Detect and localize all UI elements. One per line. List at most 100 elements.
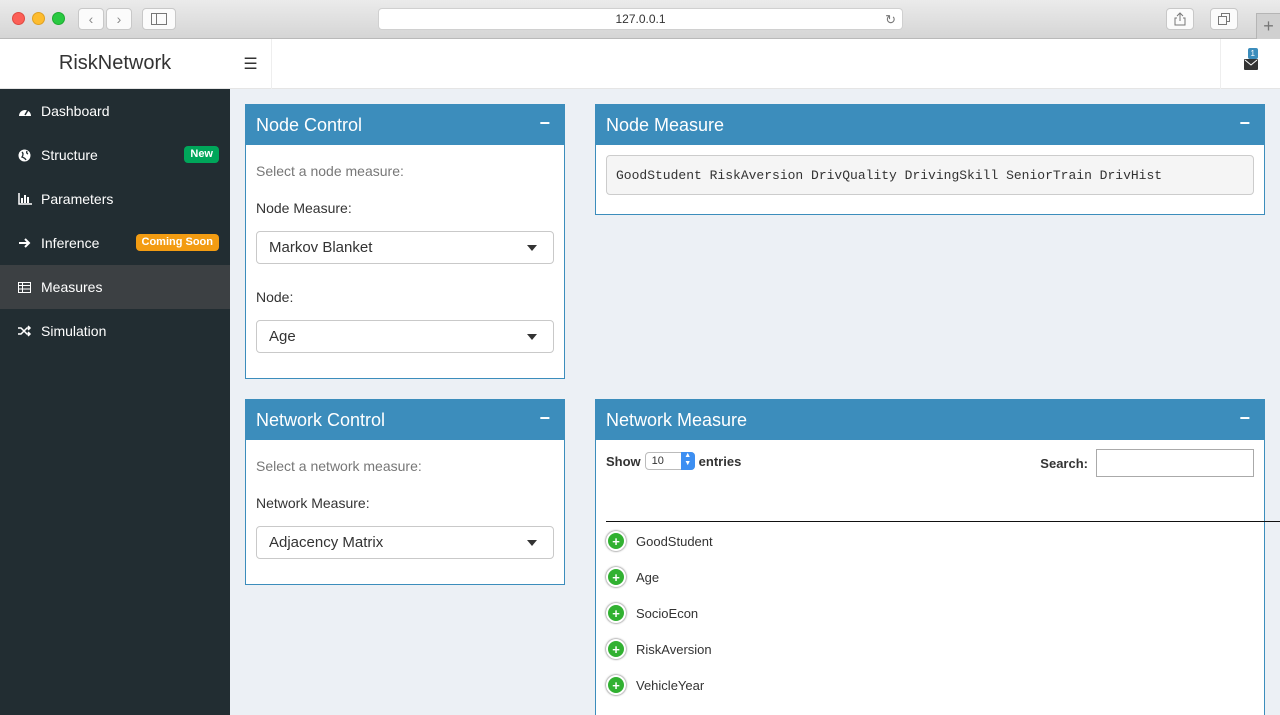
expand-row-icon[interactable]: + bbox=[606, 639, 626, 659]
sidebar-item-label: Parameters bbox=[41, 191, 114, 207]
sidebar-item-label: Measures bbox=[41, 279, 103, 295]
box-header: Network Measure − bbox=[596, 400, 1264, 440]
box-title: Network Measure bbox=[606, 409, 748, 430]
shuffle-icon bbox=[18, 325, 41, 337]
sidebar-item-label: Structure bbox=[41, 147, 98, 163]
network-control-box: Network Control − Select a network measu… bbox=[245, 399, 565, 585]
network-measure-box: Network Measure − Show 10 ▲ ▼ entries Sea… bbox=[595, 399, 1280, 715]
stepper-icon: ▲ ▼ bbox=[680, 452, 695, 470]
table-header-divider bbox=[606, 521, 1280, 522]
entries-select[interactable]: 10 ▲ ▼ bbox=[644, 452, 695, 470]
collapse-button[interactable]: − bbox=[1239, 113, 1250, 134]
node-select[interactable]: Age bbox=[256, 320, 554, 353]
search-label: Search: bbox=[1040, 455, 1088, 471]
entries-label: entries bbox=[698, 453, 742, 469]
expand-row-icon[interactable]: + bbox=[606, 567, 626, 587]
box-title: Node Control bbox=[256, 114, 363, 135]
tabs-button[interactable] bbox=[1210, 8, 1238, 30]
box-title: Node Measure bbox=[606, 114, 725, 135]
arrow-right-icon bbox=[18, 237, 41, 249]
help-text: Select a network measure: bbox=[256, 458, 422, 474]
expand-row-icon[interactable]: + bbox=[606, 603, 626, 623]
sidebar-icon bbox=[151, 13, 167, 25]
expand-row-icon[interactable]: + bbox=[606, 531, 626, 551]
address-bar[interactable]: 127.0.0.1 ↻ bbox=[378, 8, 903, 30]
back-button[interactable]: ‹ bbox=[78, 8, 104, 30]
tabs-icon bbox=[1218, 13, 1230, 25]
minimize-window-button[interactable] bbox=[32, 12, 45, 25]
node-control-box: Node Control − Select a node measure: No… bbox=[245, 104, 565, 379]
dashboard-icon bbox=[18, 105, 41, 117]
select-value: Adjacency Matrix bbox=[269, 534, 384, 551]
select-value: Age bbox=[269, 328, 296, 345]
row-label: SocioEcon bbox=[636, 605, 699, 621]
close-window-button[interactable] bbox=[12, 12, 25, 25]
node-label: Node: bbox=[256, 289, 294, 305]
network-measure-select[interactable]: Adjacency Matrix bbox=[256, 526, 554, 559]
sidebar-item-parameters[interactable]: Parameters bbox=[0, 177, 230, 221]
expand-row-icon[interactable]: + bbox=[606, 675, 626, 695]
node-measure-output: GoodStudent RiskAversion DrivQuality Dri… bbox=[606, 155, 1254, 195]
row-label: Age bbox=[636, 569, 660, 585]
collapse-button[interactable]: − bbox=[539, 113, 550, 134]
network-measure-label: Network Measure: bbox=[256, 495, 370, 511]
row-label: GoodStudent bbox=[636, 533, 713, 549]
plus-icon: + bbox=[1263, 16, 1274, 36]
sidebar-toggle-button[interactable] bbox=[142, 8, 176, 30]
globe-icon bbox=[18, 149, 41, 162]
sidebar-item-label: Dashboard bbox=[41, 103, 110, 119]
sidebar-item-simulation[interactable]: Simulation bbox=[0, 309, 230, 353]
share-icon bbox=[1174, 12, 1186, 26]
help-text: Select a node measure: bbox=[256, 163, 404, 179]
envelope-icon bbox=[1243, 58, 1258, 70]
node-measure-label: Node Measure: bbox=[256, 200, 352, 216]
sidebar-item-dashboard[interactable]: Dashboard bbox=[0, 89, 230, 133]
share-button[interactable] bbox=[1166, 8, 1194, 30]
url-text: 127.0.0.1 bbox=[615, 12, 666, 26]
app-logo[interactable]: RiskNetwork bbox=[0, 39, 230, 89]
table-row[interactable]: + VehicleYear bbox=[606, 667, 704, 703]
row-label: VehicleYear bbox=[636, 677, 705, 693]
table-search: Search: bbox=[1040, 449, 1254, 477]
sidebar-item-label: Simulation bbox=[41, 323, 107, 339]
box-header: Node Control − bbox=[246, 105, 564, 145]
search-input[interactable] bbox=[1096, 449, 1254, 477]
sidebar-item-measures[interactable]: Measures bbox=[0, 265, 230, 309]
new-tab-button[interactable]: + bbox=[1256, 13, 1280, 39]
row-label: RiskAversion bbox=[636, 641, 712, 657]
new-badge: New bbox=[184, 146, 219, 163]
chevron-right-icon: › bbox=[116, 11, 122, 27]
table-length-control: Show 10 ▲ ▼ entries bbox=[606, 452, 741, 470]
table-row[interactable]: + SocioEcon bbox=[606, 595, 698, 631]
caret-down-icon bbox=[527, 245, 537, 251]
sidebar-item-inference[interactable]: Inference Coming Soon bbox=[0, 221, 230, 265]
box-title: Network Control bbox=[256, 409, 386, 430]
entries-value: 10 bbox=[651, 455, 664, 467]
sidebar-toggle[interactable]: ☰ bbox=[230, 39, 272, 89]
sidebar-item-structure[interactable]: Structure New bbox=[0, 133, 230, 177]
top-navbar: ☰ 1 bbox=[230, 39, 1280, 89]
caret-down-icon bbox=[527, 540, 537, 546]
table-icon bbox=[18, 281, 41, 293]
sidebar: Dashboard Structure New Parameters Infer… bbox=[0, 89, 230, 715]
table-row[interactable]: + GoodStudent bbox=[606, 523, 713, 559]
box-header: Node Measure − bbox=[596, 105, 1264, 145]
box-header: Network Control − bbox=[246, 400, 564, 440]
app-title: RiskNetwork bbox=[58, 52, 172, 74]
mail-count-badge: 1 bbox=[1247, 48, 1258, 59]
node-measure-box: Node Measure − GoodStudent RiskAversion … bbox=[595, 104, 1265, 215]
select-value: Markov Blanket bbox=[269, 239, 373, 256]
table-row[interactable]: + Age bbox=[606, 559, 659, 595]
table-row[interactable]: + RiskAversion bbox=[606, 631, 712, 667]
chevron-left-icon: ‹ bbox=[88, 11, 94, 27]
messages-menu[interactable]: 1 bbox=[1220, 39, 1280, 89]
coming-soon-badge: Coming Soon bbox=[135, 234, 219, 251]
hamburger-icon: ☰ bbox=[243, 56, 258, 73]
collapse-button[interactable]: − bbox=[539, 408, 550, 429]
forward-button[interactable]: › bbox=[106, 8, 132, 30]
reload-icon[interactable]: ↻ bbox=[885, 12, 896, 28]
collapse-button[interactable]: − bbox=[1239, 408, 1250, 429]
node-measure-select[interactable]: Markov Blanket bbox=[256, 231, 554, 264]
sidebar-item-label: Inference bbox=[41, 235, 100, 251]
zoom-window-button[interactable] bbox=[52, 12, 65, 25]
